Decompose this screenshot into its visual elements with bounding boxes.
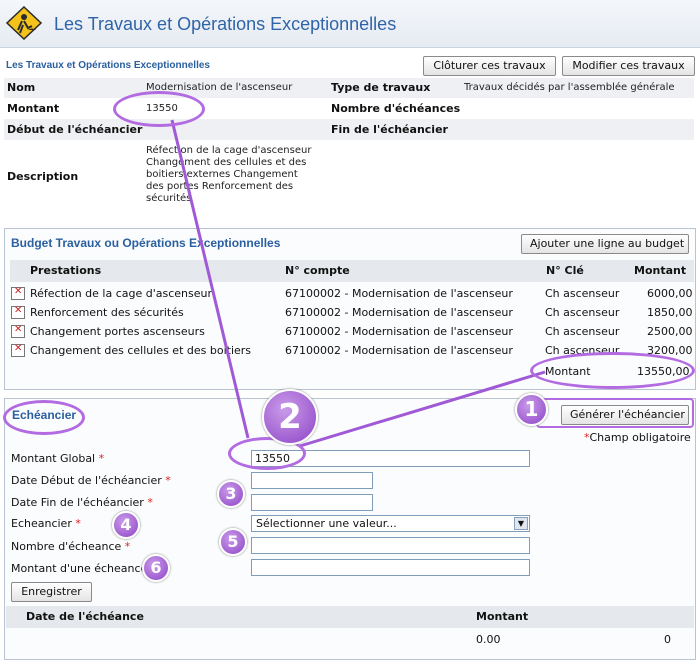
budget-cle: Ch ascenseur xyxy=(545,325,620,338)
breadcrumb-link[interactable]: Les Travaux et Opérations Exceptionnelle… xyxy=(6,60,210,71)
description-value: Réfection de la cage d'ascenseur Changem… xyxy=(146,145,312,204)
budget-compte: 67100002 - Modernisation de l'ascenseur xyxy=(285,344,513,357)
nb-echeances-label: Nombre d'échéances xyxy=(331,102,461,115)
montant-global-label: Montant Global * xyxy=(11,452,105,465)
annotation-number-4: 4 xyxy=(112,511,140,539)
col-montant: Montant xyxy=(634,264,687,277)
budget-title: Budget Travaux ou Opérations Exceptionne… xyxy=(11,236,281,250)
montant-label: Montant xyxy=(7,102,60,115)
budget-table-header: Prestations N° compte N° Clé Montant xyxy=(10,260,694,282)
budget-montant: 1850,00 xyxy=(647,306,693,319)
annotation-number-2: 2 xyxy=(262,389,318,445)
edit-works-button[interactable]: Modifier ces travaux xyxy=(562,56,695,76)
type-label: Type de travaux xyxy=(331,81,431,94)
select-value: Sélectionner une valeur... xyxy=(256,517,397,530)
col-compte: N° compte xyxy=(285,264,350,277)
date-fin-input[interactable] xyxy=(251,494,373,511)
nom-label: Nom xyxy=(7,81,36,94)
budget-prestation: Réfection de la cage d'ascenseur xyxy=(30,287,213,300)
budget-prestation: Renforcement des sécurités xyxy=(30,306,184,319)
budget-cle: Ch ascenseur xyxy=(545,287,620,300)
col-montant-echeance: Montant xyxy=(476,610,529,623)
echeancier-select[interactable]: Sélectionner une valeur... ▼ xyxy=(251,515,530,532)
schedule-extra: 0 xyxy=(664,633,671,646)
montant-une-echeance-input[interactable] xyxy=(251,559,530,576)
schedule-montant: 0.00 xyxy=(476,633,501,646)
delete-icon[interactable] xyxy=(11,305,25,319)
budget-montant: 2500,00 xyxy=(647,325,693,338)
nombre-echeance-label: Nombre d'écheance * xyxy=(11,540,131,553)
delete-icon[interactable] xyxy=(11,343,25,357)
close-works-button[interactable]: Clôturer ces travaux xyxy=(423,56,556,76)
budget-compte: 67100002 - Modernisation de l'ascenseur xyxy=(285,306,513,319)
debut-label: Début de l'échéancier xyxy=(7,123,143,136)
budget-prestation: Changement des cellules et des boitiers xyxy=(30,344,252,357)
nombre-echeance-input[interactable] xyxy=(251,537,530,554)
date-debut-label: Date Début de l'échéancier * xyxy=(11,474,171,487)
schedule-table-header: Date de l'échéance Montant xyxy=(6,606,694,628)
budget-montant: 6000,00 xyxy=(647,287,693,300)
construction-worker-icon xyxy=(6,6,42,40)
fin-label: Fin de l'échéancier xyxy=(331,123,448,136)
required-note: *Champ obligatoire xyxy=(584,431,691,444)
annotation-number-5: 5 xyxy=(219,528,247,556)
save-button[interactable]: Enregistrer xyxy=(11,582,92,602)
page-header: Les Travaux et Opérations Exceptionnelle… xyxy=(0,0,700,48)
budget-compte: 67100002 - Modernisation de l'ascenseur xyxy=(285,325,513,338)
col-date-echeance: Date de l'échéance xyxy=(26,610,144,623)
montant-une-echeance-label: Montant d'une écheance xyxy=(11,562,148,575)
echeancier-label: Echeancier * xyxy=(11,517,81,530)
delete-icon[interactable] xyxy=(11,324,25,338)
highlight-box-generate xyxy=(536,398,694,428)
description-label: Description xyxy=(7,170,79,183)
highlight-ring-total xyxy=(530,352,695,389)
page-title: Les Travaux et Opérations Exceptionnelle… xyxy=(54,14,397,34)
add-budget-line-button[interactable]: Ajouter une ligne au budget xyxy=(521,234,689,254)
budget-cle: Ch ascenseur xyxy=(545,306,620,319)
chevron-down-icon[interactable]: ▼ xyxy=(514,517,528,530)
annotation-number-6: 6 xyxy=(142,554,170,582)
col-cle: N° Clé xyxy=(546,264,584,277)
delete-icon[interactable] xyxy=(11,286,25,300)
budget-prestation: Changement portes ascenseurs xyxy=(30,325,205,338)
highlight-ring-echeancier xyxy=(3,400,85,435)
annotation-number-3: 3 xyxy=(217,480,245,508)
budget-compte: 67100002 - Modernisation de l'ascenseur xyxy=(285,287,513,300)
highlight-ring-montant xyxy=(113,91,205,127)
col-prestations: Prestations xyxy=(30,264,102,277)
date-debut-input[interactable] xyxy=(251,472,373,489)
type-value: Travaux décidés par l'assemblée générale xyxy=(464,82,675,93)
date-fin-label: Date Fin de l'échéancier * xyxy=(11,496,153,509)
annotation-number-1: 1 xyxy=(515,393,548,426)
